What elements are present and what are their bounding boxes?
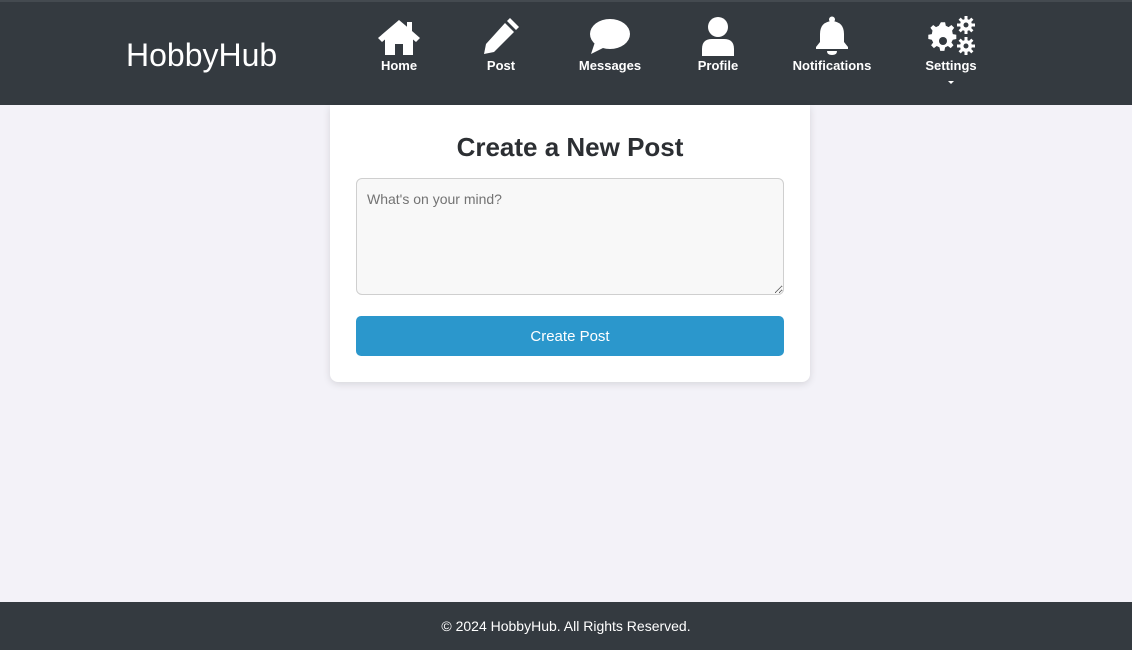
- nav-home-label: Home: [380, 58, 418, 73]
- page-title: Create a New Post: [456, 132, 684, 162]
- gears-icon: [926, 16, 976, 56]
- chevron-down-icon[interactable]: [948, 81, 954, 84]
- top-navbar: HobbyHub Home Post Messages Profile Noti…: [0, 0, 1132, 105]
- nav-post-label: Post: [486, 58, 516, 73]
- copyright-text: © 2024 HobbyHub. All Rights Reserved.: [441, 618, 691, 634]
- nav-messages-label: Messages: [578, 58, 642, 73]
- create-post-button[interactable]: Create Post: [356, 316, 784, 356]
- nav-notifications[interactable]: Notifications: [792, 16, 872, 96]
- nav-home[interactable]: Home: [374, 16, 424, 96]
- footer: © 2024 HobbyHub. All Rights Reserved.: [0, 602, 1132, 650]
- pencil-icon: [481, 16, 521, 56]
- home-icon: [376, 16, 422, 56]
- nav-notifications-label: Notifications: [792, 58, 872, 73]
- nav-post[interactable]: Post: [476, 16, 526, 96]
- post-content-input[interactable]: [356, 178, 784, 295]
- nav-profile-label: Profile: [697, 58, 739, 73]
- user-icon: [700, 16, 736, 56]
- create-post-card: Create a New Post Create Post: [330, 105, 810, 382]
- nav-messages[interactable]: Messages: [575, 16, 645, 96]
- chat-bubble-icon: [589, 16, 631, 56]
- nav-settings[interactable]: Settings: [921, 16, 981, 96]
- nav-profile[interactable]: Profile: [693, 16, 743, 96]
- nav-settings-label: Settings: [925, 58, 977, 73]
- bell-icon: [814, 16, 850, 56]
- brand-logo[interactable]: HobbyHub: [126, 37, 277, 73]
